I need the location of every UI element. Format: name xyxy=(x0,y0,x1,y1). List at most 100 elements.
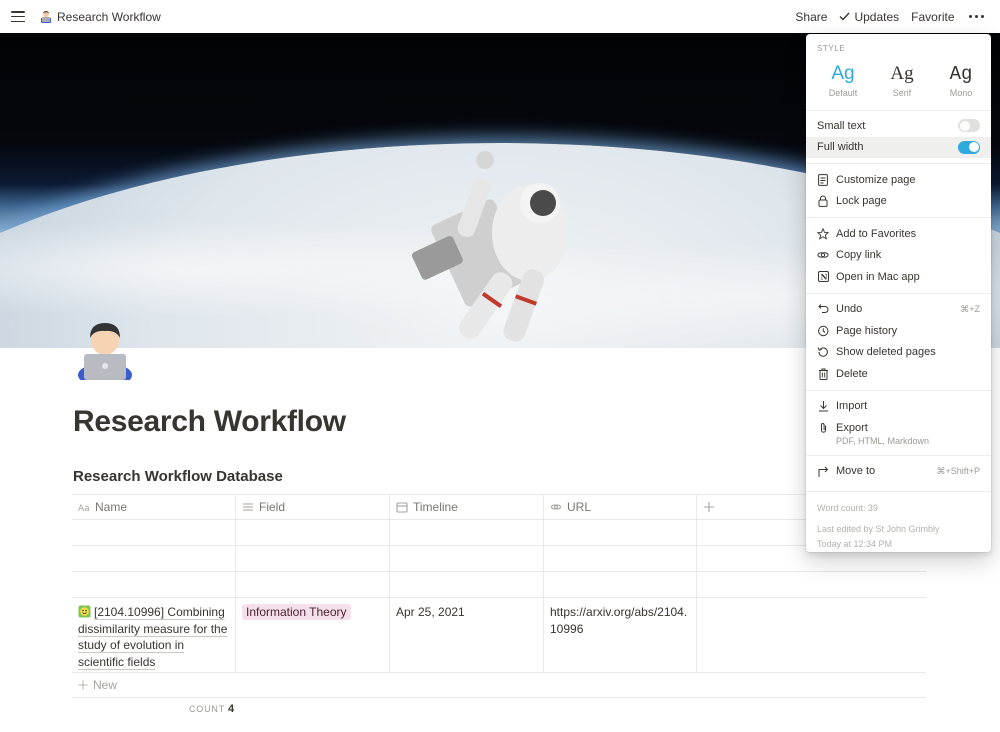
check-icon xyxy=(839,12,850,21)
style-default-label: Default xyxy=(828,88,858,98)
table-cell[interactable] xyxy=(236,546,390,571)
lock-page-label: Lock page xyxy=(836,195,887,208)
small-text-toggle[interactable] xyxy=(958,119,980,133)
move-to-item[interactable]: Move to ⌘+Shift+P xyxy=(806,461,991,483)
move-to-shortcut: ⌘+Shift+P xyxy=(936,465,980,476)
text-icon: Aa xyxy=(78,504,90,513)
table-cell[interactable] xyxy=(390,520,544,545)
column-header-timeline[interactable]: Timeline xyxy=(390,495,544,519)
add-to-favorites-item[interactable]: Add to Favorites xyxy=(806,223,991,245)
favorite-button[interactable]: Favorite xyxy=(905,10,960,24)
menu-icon[interactable] xyxy=(11,11,25,22)
page-title[interactable]: Research Workflow xyxy=(73,405,346,439)
style-section-label: STYLE xyxy=(817,44,846,53)
lock-page-item[interactable]: Lock page xyxy=(806,191,991,213)
share-button[interactable]: Share xyxy=(789,10,833,24)
full-width-toggle[interactable] xyxy=(958,140,980,154)
delete-item[interactable]: Delete xyxy=(806,363,991,385)
name-cell[interactable]: [2104.10996] Combining dissimilarity mea… xyxy=(72,598,236,672)
style-options: Ag Default Ag Serif Ag Mono xyxy=(806,63,991,98)
table-row[interactable]: [2104.10996] Combining dissimilarity mea… xyxy=(72,598,926,673)
style-default-option[interactable]: Ag Default xyxy=(823,63,863,98)
table-row[interactable] xyxy=(72,572,926,598)
full-width-toggle-row[interactable]: Full width xyxy=(806,136,991,158)
undo-shortcut: ⌘+Z xyxy=(960,303,980,314)
updates-button[interactable]: Updates xyxy=(833,10,905,24)
copy-link-item[interactable]: Copy link xyxy=(806,245,991,267)
link-icon xyxy=(817,249,829,261)
trash-icon xyxy=(817,368,829,380)
export-label: Export xyxy=(836,421,868,434)
table-cell[interactable] xyxy=(236,572,390,597)
table-cell[interactable] xyxy=(236,520,390,545)
page-history-item[interactable]: Page history xyxy=(806,320,991,342)
notion-app-icon: N xyxy=(817,271,829,283)
star-icon xyxy=(817,227,829,240)
open-in-mac-app-item[interactable]: N Open in Mac app xyxy=(806,266,991,288)
column-label-timeline: Timeline xyxy=(413,500,458,514)
customize-page-item[interactable]: Customize page xyxy=(806,169,991,191)
url-cell[interactable]: https://arxiv.org/abs/2104.10996 xyxy=(544,598,697,672)
table-cell[interactable] xyxy=(72,546,236,571)
astronaut-figure xyxy=(412,151,568,342)
topbar: Research Workflow Share Updates Favorite xyxy=(0,0,1000,33)
svg-text:N: N xyxy=(820,273,827,282)
show-deleted-pages-item[interactable]: Show deleted pages xyxy=(806,342,991,364)
table-cell[interactable] xyxy=(72,572,236,597)
table-cell[interactable] xyxy=(72,520,236,545)
export-formats: PDF, HTML, Markdown xyxy=(836,435,930,446)
column-header-url[interactable]: URL xyxy=(544,495,697,519)
more-options-icon[interactable] xyxy=(961,14,991,19)
move-to-label: Move to xyxy=(836,465,876,478)
page-options-menu: STYLE Ag Default Ag Serif Ag Mono Small … xyxy=(806,34,991,552)
undo-icon xyxy=(817,303,829,315)
database-table: Aa Name Field Timeline URL [2104.10996] … xyxy=(72,494,926,698)
small-text-toggle-row[interactable]: Small text xyxy=(806,115,991,137)
import-label: Import xyxy=(836,400,868,413)
page-history-label: Page history xyxy=(836,324,898,337)
new-row-button[interactable]: New xyxy=(72,673,926,698)
smiley-page-icon xyxy=(78,605,91,618)
count-label: COUNT xyxy=(189,704,225,714)
undo-item[interactable]: Undo ⌘+Z xyxy=(806,299,991,321)
table-row[interactable] xyxy=(72,520,926,546)
breadcrumb-page-title[interactable]: Research Workflow xyxy=(57,10,161,24)
url-value[interactable]: https://arxiv.org/abs/2104.10996 xyxy=(550,604,690,637)
table-cell xyxy=(697,572,926,597)
column-header-name[interactable]: Aa Name xyxy=(72,495,236,519)
customize-page-label: Customize page xyxy=(836,173,916,186)
field-cell[interactable]: Information Theory xyxy=(236,598,390,672)
count-summary[interactable]: COUNT 4 xyxy=(189,703,234,715)
add-to-favorites-label: Add to Favorites xyxy=(836,227,917,240)
word-count: Word count: 39 xyxy=(817,503,878,513)
database-title[interactable]: Research Workflow Database xyxy=(73,468,283,485)
show-deleted-pages-label: Show deleted pages xyxy=(836,346,936,359)
timeline-cell[interactable]: Apr 25, 2021 xyxy=(390,598,544,672)
column-label-name: Name xyxy=(95,500,128,514)
table-cell[interactable] xyxy=(390,572,544,597)
link-icon xyxy=(550,504,562,510)
plus-icon xyxy=(704,502,714,512)
column-header-field[interactable]: Field xyxy=(236,495,390,519)
style-default-glyph: Ag xyxy=(831,63,855,84)
restore-icon xyxy=(817,346,829,358)
style-mono-glyph: Ag xyxy=(949,63,973,85)
table-cell[interactable] xyxy=(544,546,697,571)
row-name-link[interactable]: [2104.10996] Combining dissimilarity mea… xyxy=(78,605,227,669)
move-arrow-icon xyxy=(817,465,829,477)
history-icon xyxy=(817,325,829,337)
field-tag: Information Theory xyxy=(242,604,351,620)
style-mono-option[interactable]: Ag Mono xyxy=(941,63,981,98)
import-item[interactable]: Import xyxy=(806,396,991,418)
table-cell[interactable] xyxy=(544,572,697,597)
table-cell[interactable] xyxy=(544,520,697,545)
page-icon-person-laptop[interactable] xyxy=(76,320,134,380)
delete-label: Delete xyxy=(836,367,868,380)
style-serif-option[interactable]: Ag Serif xyxy=(882,63,922,98)
plus-icon xyxy=(78,680,88,690)
person-laptop-icon xyxy=(41,10,51,23)
table-row[interactable] xyxy=(72,546,926,572)
table-cell[interactable] xyxy=(390,546,544,571)
style-mono-label: Mono xyxy=(949,88,973,98)
count-value: 4 xyxy=(228,703,235,715)
